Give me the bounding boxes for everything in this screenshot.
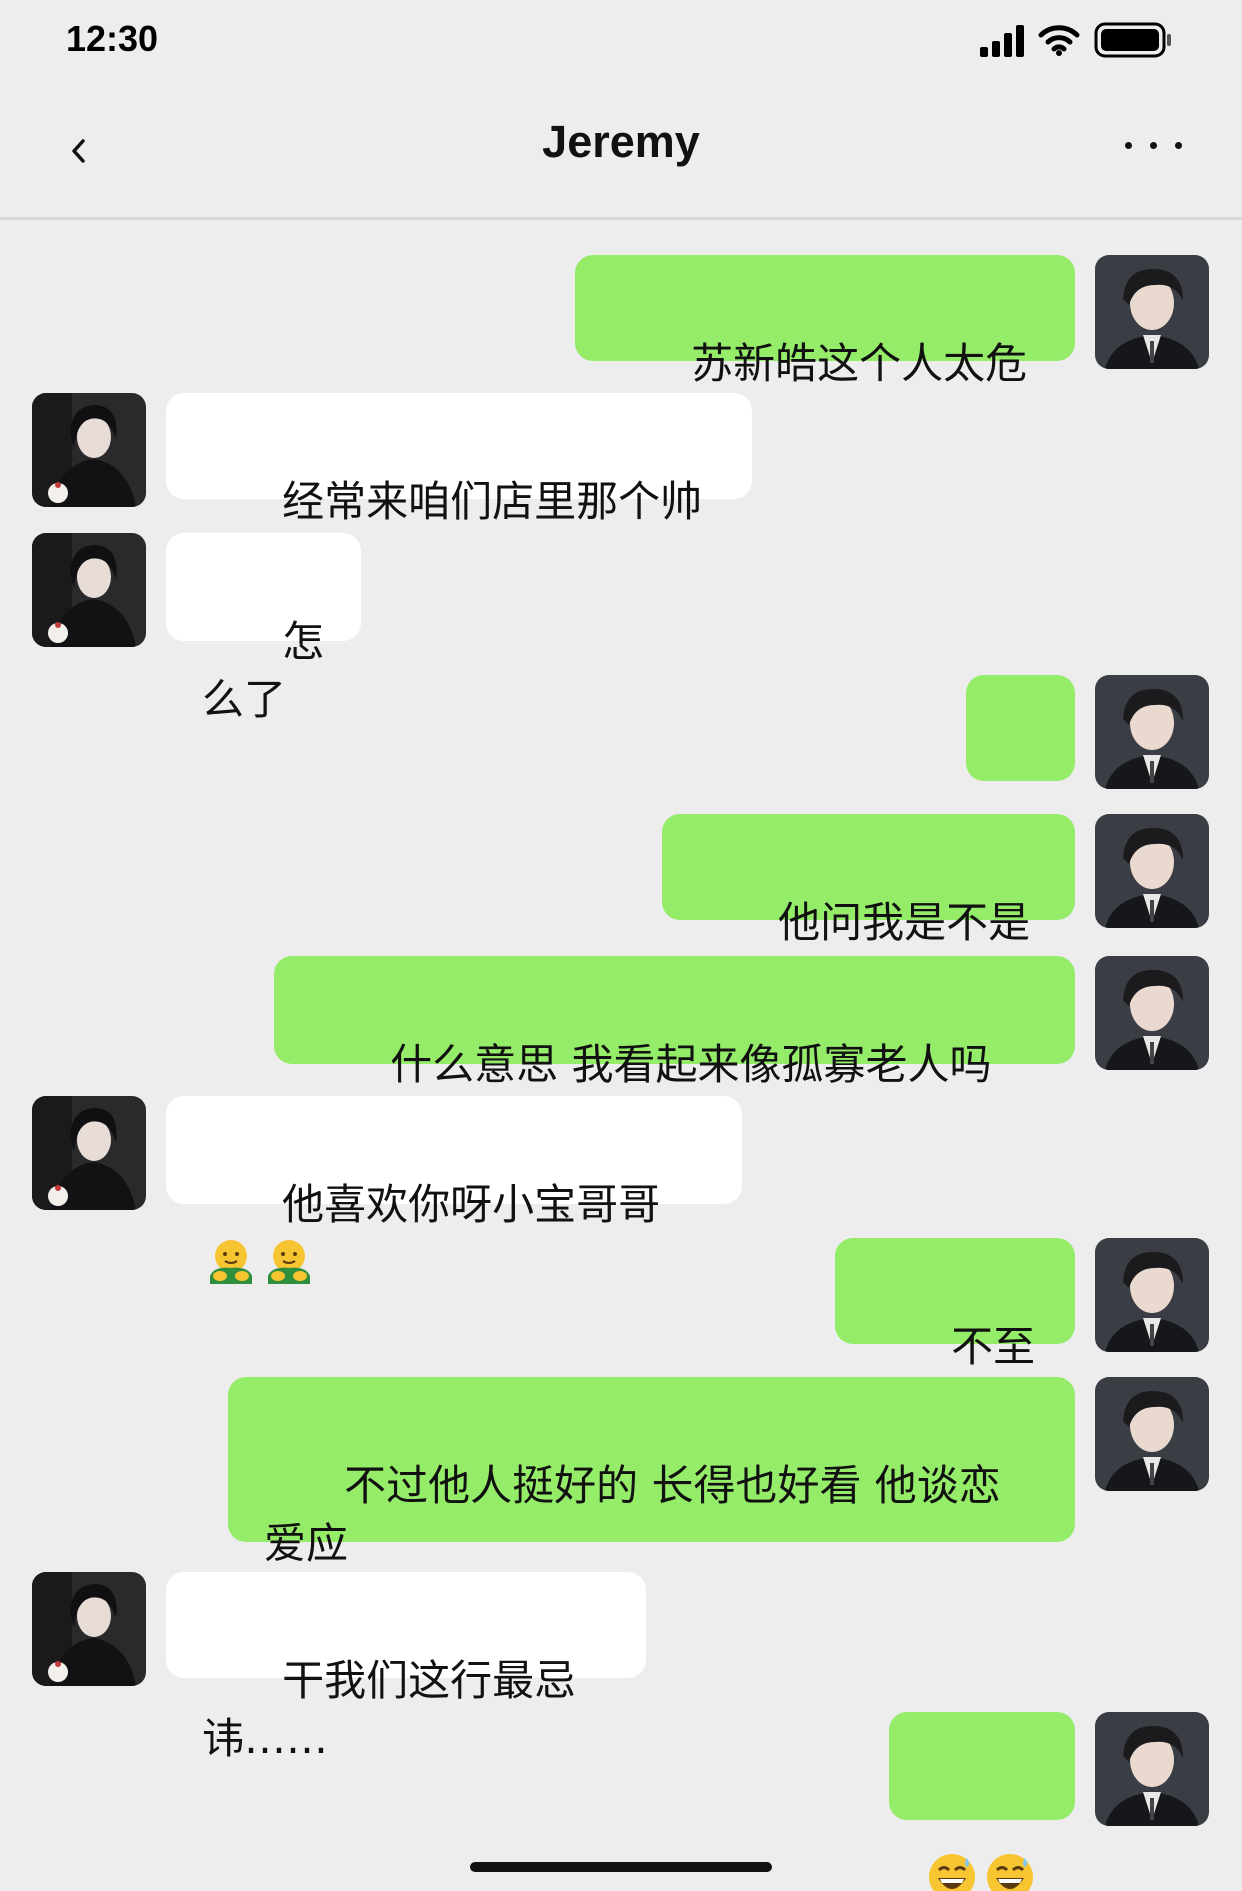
my-avatar[interactable] bbox=[1095, 255, 1209, 369]
contact-avatar[interactable] bbox=[32, 1572, 146, 1686]
outgoing-bubble[interactable]: 什么意思 我看起来像孤寡老人吗 bbox=[274, 956, 1075, 1144]
contact-avatar[interactable] bbox=[32, 1096, 146, 1210]
outgoing-bubble[interactable]: 对 bbox=[966, 675, 1075, 866]
battery-icon bbox=[1094, 21, 1174, 59]
status-time: 12:30 bbox=[66, 18, 159, 59]
outgoing-bubble[interactable]: 他问我是不是孤独 bbox=[662, 814, 1075, 1005]
grin-sweat-emoji bbox=[929, 1854, 975, 1891]
my-avatar[interactable] bbox=[1095, 1238, 1209, 1352]
contact-avatar[interactable] bbox=[32, 393, 146, 507]
status-icons bbox=[980, 20, 1174, 60]
status-bar: 12:30 bbox=[0, 0, 1242, 82]
my-avatar[interactable] bbox=[1095, 675, 1209, 789]
nav-bar: Jeremy bbox=[0, 82, 1242, 220]
incoming-bubble[interactable]: 干我们这行最忌讳…… bbox=[166, 1572, 646, 1763]
hug-emoji bbox=[210, 1240, 252, 1284]
message-text: 干我们这行最忌讳…… bbox=[202, 1656, 577, 1763]
outgoing-bubble[interactable] bbox=[889, 1712, 1075, 1891]
more-options-button[interactable] bbox=[1125, 142, 1182, 149]
incoming-bubble[interactable]: 怎么了 bbox=[166, 533, 361, 724]
outgoing-bubble[interactable]: 不至于吧 bbox=[835, 1238, 1075, 1429]
signal-icon bbox=[980, 23, 1024, 57]
my-avatar[interactable] bbox=[1095, 1377, 1209, 1491]
wifi-icon bbox=[1038, 23, 1080, 57]
contact-avatar[interactable] bbox=[32, 533, 146, 647]
message-text: 什么意思 我看起来像孤寡老人吗 bbox=[390, 1040, 992, 1089]
chat-title: Jeremy bbox=[542, 116, 700, 167]
more-dots-icon bbox=[1125, 142, 1132, 149]
message-text: 他喜欢你呀小宝哥哥 bbox=[282, 1180, 661, 1229]
hug-emoji bbox=[268, 1240, 310, 1284]
incoming-bubble[interactable]: 经常来咱们店里那个帅哥吗 bbox=[166, 393, 752, 584]
incoming-bubble[interactable]: 他喜欢你呀小宝哥哥 bbox=[166, 1096, 742, 1284]
outgoing-bubble[interactable]: 苏新皓这个人太危险了 bbox=[575, 255, 1075, 446]
message-text: 怎么了 bbox=[202, 617, 325, 724]
grin-sweat-emoji bbox=[987, 1854, 1033, 1891]
my-avatar[interactable] bbox=[1095, 814, 1209, 928]
my-avatar[interactable] bbox=[1095, 956, 1209, 1070]
outgoing-bubble[interactable]: 不过他人挺好的 长得也好看 他谈恋爱应 该对对象挺好的 bbox=[228, 1377, 1075, 1626]
home-indicator[interactable] bbox=[470, 1862, 772, 1872]
my-avatar[interactable] bbox=[1095, 1712, 1209, 1826]
